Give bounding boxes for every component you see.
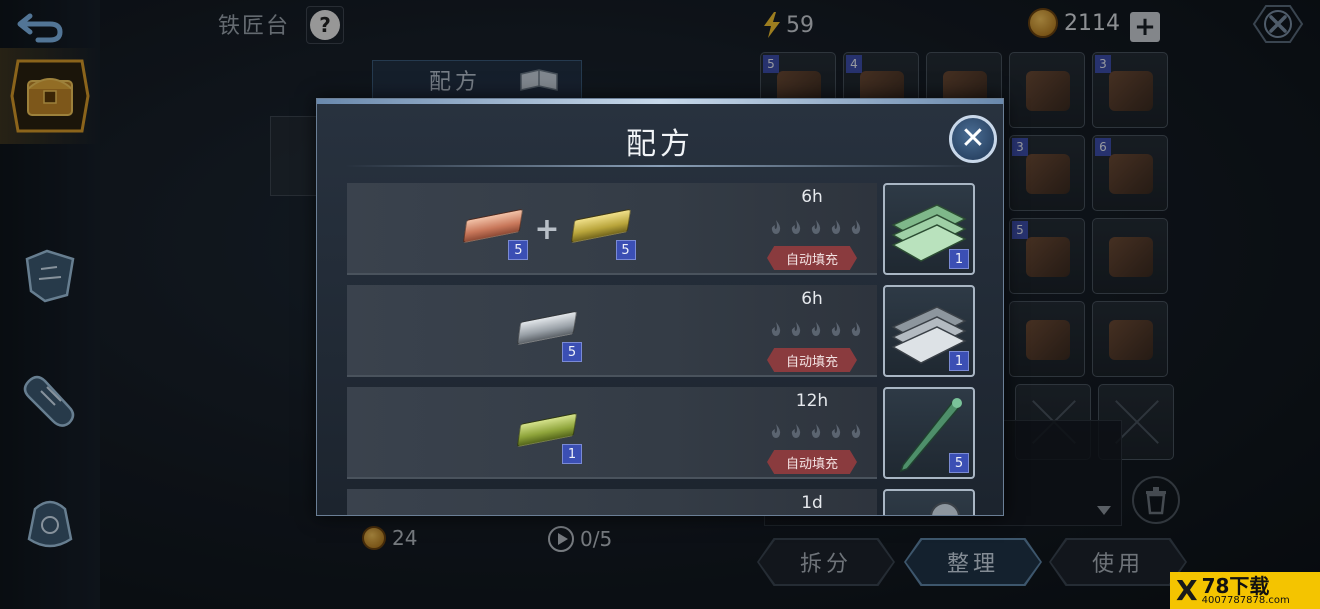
ingredient-item: 5	[516, 306, 582, 362]
recipe-duration: 6h	[801, 289, 823, 309]
recipe-result[interactable]: 1	[883, 285, 975, 377]
recipe-row[interactable]: 1d	[347, 489, 877, 515]
brass-ingot-icon	[570, 208, 631, 244]
flame-icon	[811, 424, 821, 438]
recipe-ingredients: 1	[347, 387, 747, 479]
recipe-ingredients	[347, 489, 747, 515]
result-qty: 1	[949, 249, 969, 269]
recipe-row[interactable]: 1 12h 自动填充	[347, 387, 877, 479]
modal-close-button[interactable]: ✕	[949, 115, 997, 163]
result-qty: 5	[949, 453, 969, 473]
plus-icon: +	[534, 211, 560, 247]
flame-icon	[811, 322, 821, 336]
recipe-duration: 1d	[801, 493, 823, 513]
copper-ingot-icon	[463, 208, 524, 244]
recipe-modal: 配方 ✕ 5 +5 6h 自动填充 1 5 6h 自动填充 1 1 12h 自动填充 5 1d	[316, 98, 1004, 516]
flame-icon	[851, 220, 861, 234]
recipe-duration: 12h	[795, 391, 829, 411]
recipe-result[interactable]	[883, 489, 975, 515]
flame-icon	[811, 220, 821, 234]
round-item-icon	[930, 502, 960, 515]
flame-icon	[851, 322, 861, 336]
watermark-logo: X	[1176, 574, 1198, 607]
green-ingot-icon	[516, 412, 578, 448]
flame-icon	[831, 220, 841, 234]
flame-icon	[851, 424, 861, 438]
recipe-result[interactable]: 1	[883, 183, 975, 275]
flame-icon	[791, 322, 801, 336]
close-icon: ✕	[960, 121, 986, 156]
ingredient-item: 5	[570, 204, 636, 260]
watermark: X 78下载 4007787878.com	[1170, 572, 1320, 609]
flame-icon	[831, 322, 841, 336]
recipe-row[interactable]: 5 6h 自动填充	[347, 285, 877, 377]
flame-icon	[771, 424, 781, 438]
flame-icon	[771, 322, 781, 336]
iron-ingot-icon	[516, 310, 578, 346]
ingredient-qty: 5	[615, 240, 636, 260]
modal-top-border	[317, 99, 1003, 104]
modal-divider	[345, 165, 977, 167]
recipe-ingredients: 5 +5	[347, 183, 747, 275]
flame-icon	[791, 424, 801, 438]
autofill-button[interactable]: 自动填充	[767, 450, 857, 474]
recipe-duration: 6h	[801, 187, 823, 207]
recipe-ingredients: 5	[347, 285, 747, 377]
flame-icon	[771, 220, 781, 234]
watermark-url: 4007787878.com	[1201, 594, 1290, 606]
flame-icon	[831, 424, 841, 438]
ingredient-qty: 5	[508, 240, 529, 260]
modal-title: 配方	[626, 127, 694, 162]
ingredient-item: 5	[462, 204, 529, 260]
recipe-row[interactable]: 5 +5 6h 自动填充	[347, 183, 877, 275]
autofill-button[interactable]: 自动填充	[767, 348, 857, 372]
ingredient-qty: 5	[562, 342, 582, 362]
recipe-result[interactable]: 5	[883, 387, 975, 479]
autofill-button[interactable]: 自动填充	[767, 246, 857, 270]
flame-icon	[791, 220, 801, 234]
result-qty: 1	[949, 351, 969, 371]
ingredient-qty: 1	[562, 444, 582, 464]
ingredient-item: 1	[516, 408, 582, 464]
watermark-brand: 78下载	[1201, 573, 1270, 598]
